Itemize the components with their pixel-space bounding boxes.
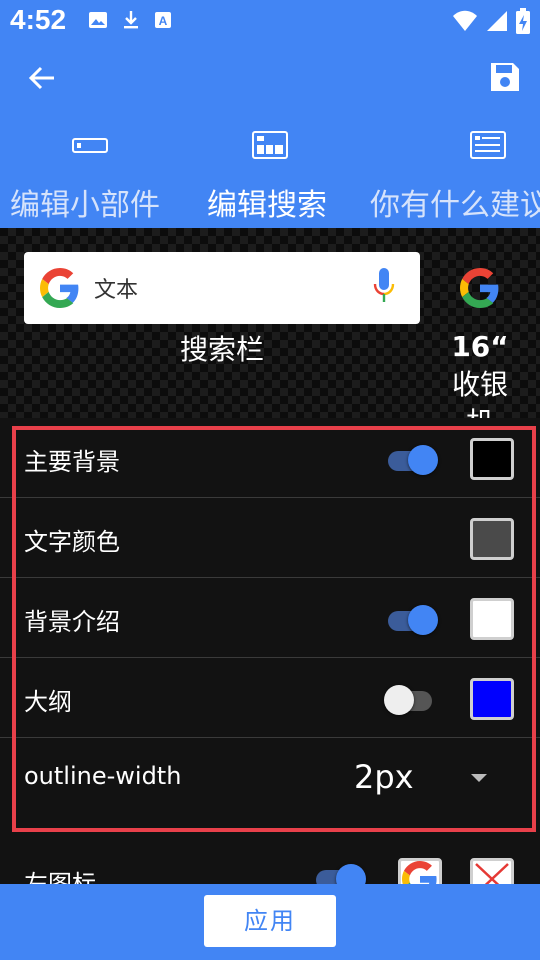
tab-suggestions[interactable]: 你有什么建议 xyxy=(370,180,540,224)
suggestion-icon[interactable] xyxy=(470,130,506,162)
bottom-bar: 应用 xyxy=(0,884,540,960)
svg-text:A: A xyxy=(159,14,168,28)
apply-button[interactable]: 应用 xyxy=(204,895,336,947)
main-background-color-swatch[interactable] xyxy=(470,438,514,480)
widget-icon[interactable] xyxy=(72,130,108,162)
setting-label: 主要背景 xyxy=(24,448,120,476)
download-icon xyxy=(124,11,138,29)
setting-row-outline-width: outline-width 2px xyxy=(0,738,540,818)
text-a-icon: A xyxy=(155,12,171,28)
outline-width-label: outline-width xyxy=(24,762,182,790)
outline-color-swatch[interactable] xyxy=(470,678,514,720)
google-icon-caption-line1: 16“ xyxy=(451,330,509,363)
wifi-icon xyxy=(453,10,477,31)
search-bar-caption: 搜索栏 xyxy=(179,333,264,366)
search-grid-icon[interactable] xyxy=(252,130,288,162)
search-bar-text: 文本 xyxy=(94,278,139,303)
battery-charging-icon xyxy=(516,8,530,34)
setting-label: 大纲 xyxy=(24,688,72,716)
main-background-toggle[interactable] xyxy=(384,445,440,475)
dropdown-arrow-icon[interactable] xyxy=(471,774,487,782)
setting-label: 文字颜色 xyxy=(24,528,120,556)
save-icon[interactable] xyxy=(488,60,522,94)
microphone-icon xyxy=(373,268,395,302)
app-bar: 编辑小部件 编辑搜索 你有什么建议 xyxy=(0,44,540,228)
tab-edit-search[interactable]: 编辑搜索 xyxy=(207,180,327,224)
widget-preview: 文本 搜索栏 16“ 收银机 xyxy=(0,228,540,439)
signal-icon xyxy=(487,11,507,31)
tab-edit-widget[interactable]: 编辑小部件 xyxy=(10,180,160,224)
setting-row-main-background: 主要背景 xyxy=(0,418,540,498)
google-logo-icon xyxy=(40,268,79,308)
outline-width-value[interactable]: 2px xyxy=(354,758,414,796)
arrow-back-icon[interactable] xyxy=(26,62,58,94)
image-icon xyxy=(89,12,107,28)
background-intro-color-swatch[interactable] xyxy=(470,598,514,640)
background-intro-toggle[interactable] xyxy=(384,605,440,635)
google-g-icon xyxy=(460,268,499,308)
google-app-icon-preview[interactable] xyxy=(444,256,516,320)
setting-row-background-intro: 背景介绍 xyxy=(0,578,540,658)
setting-row-text-color: 文字颜色 xyxy=(0,498,540,578)
search-bar-preview[interactable]: 文本 xyxy=(24,252,420,324)
text-color-swatch[interactable] xyxy=(470,518,514,560)
setting-label: 背景介绍 xyxy=(24,608,120,636)
status-time: 4:52 xyxy=(10,4,67,35)
settings-list: 主要背景 文字颜色 背景介绍 大纲 outline-width 2px xyxy=(0,418,540,818)
outline-toggle[interactable] xyxy=(384,685,440,715)
status-bar: 4:52 A xyxy=(0,0,540,44)
setting-row-outline: 大纲 xyxy=(0,658,540,738)
